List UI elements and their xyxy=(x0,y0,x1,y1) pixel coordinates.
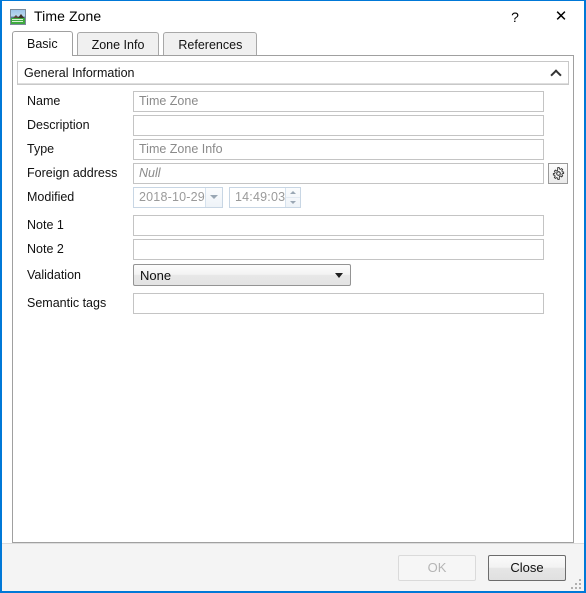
close-window-button[interactable]: ✕ xyxy=(538,1,584,32)
title-bar: Time Zone ? ✕ xyxy=(2,1,584,32)
validation-select[interactable]: None xyxy=(133,264,351,286)
chevron-down-icon xyxy=(209,195,218,199)
chevron-down-icon xyxy=(290,200,297,204)
row-note2: Note 2 xyxy=(17,237,569,261)
spinner-down-button[interactable] xyxy=(286,198,300,207)
close-icon: ✕ xyxy=(554,8,568,25)
group-header[interactable]: General Information xyxy=(18,62,568,84)
modified-time-spinner[interactable]: 14:49:03 xyxy=(229,186,301,208)
window-title: Time Zone xyxy=(34,8,102,24)
type-label: Type xyxy=(27,142,55,156)
help-icon: ? xyxy=(511,8,519,25)
gear-icon xyxy=(552,166,564,180)
tab-basic[interactable]: Basic xyxy=(12,31,73,56)
help-button[interactable]: ? xyxy=(492,1,538,32)
dialog-footer: OK Close xyxy=(2,543,584,591)
tab-content-panel: General Information Name Description Typ… xyxy=(12,55,574,543)
tab-strip: Basic Zone Info References xyxy=(12,31,584,56)
modified-time-spin-buttons[interactable] xyxy=(285,187,300,207)
chevron-up-icon[interactable] xyxy=(551,67,562,78)
semantic-tags-label: Semantic tags xyxy=(27,296,107,310)
resize-grip-icon[interactable] xyxy=(568,576,581,589)
foreign-address-label: Foreign address xyxy=(27,166,118,180)
row-foreign-address: Foreign address xyxy=(17,161,569,185)
type-input[interactable] xyxy=(133,138,544,160)
close-button[interactable]: Close xyxy=(488,554,566,581)
spinner-up-button[interactable] xyxy=(286,188,300,198)
modified-date-value: 2018-10-29 xyxy=(139,190,205,204)
row-name: Name xyxy=(17,89,569,113)
row-modified: Modified 2018-10-29 14:49:03 xyxy=(17,185,569,209)
note1-label: Note 1 xyxy=(27,218,64,232)
tab-zone-info-label: Zone Info xyxy=(91,37,145,52)
row-note1: Note 1 xyxy=(17,213,569,237)
ok-button[interactable]: OK xyxy=(398,554,476,581)
tab-references-label: References xyxy=(178,37,243,52)
row-validation: Validation None xyxy=(17,263,569,287)
chevron-down-icon xyxy=(335,272,343,278)
semantic-tags-input[interactable] xyxy=(133,292,544,314)
tab-references[interactable]: References xyxy=(163,32,258,56)
ok-button-label: OK xyxy=(427,560,447,575)
row-semantic-tags: Semantic tags xyxy=(17,291,569,315)
note2-label: Note 2 xyxy=(27,242,64,256)
modified-label: Modified xyxy=(27,190,75,204)
chevron-up-icon xyxy=(290,190,297,194)
tab-zone-info[interactable]: Zone Info xyxy=(76,32,160,56)
name-input[interactable] xyxy=(133,90,544,112)
modified-date-dropdown-button[interactable] xyxy=(204,187,222,207)
validation-label: Validation xyxy=(27,268,81,282)
row-type: Type xyxy=(17,137,569,161)
foreign-address-input[interactable] xyxy=(133,162,544,184)
image-thumbnail-icon xyxy=(10,8,26,25)
close-button-label: Close xyxy=(510,560,544,575)
dialog-window: Time Zone ? ✕ Basic Zone Info References… xyxy=(0,0,586,593)
description-input[interactable] xyxy=(133,114,544,136)
tab-basic-label: Basic xyxy=(27,37,58,51)
note1-input[interactable] xyxy=(133,214,544,236)
window-controls: ? ✕ xyxy=(492,1,584,32)
description-label: Description xyxy=(27,118,90,132)
foreign-address-settings-button[interactable] xyxy=(548,162,568,184)
note2-input[interactable] xyxy=(133,238,544,260)
modified-date-picker[interactable]: 2018-10-29 xyxy=(133,186,223,208)
row-description: Description xyxy=(17,113,569,137)
modified-time-value: 14:49:03 xyxy=(235,190,286,204)
group-title: General Information xyxy=(24,65,135,80)
general-information-group: General Information xyxy=(17,61,569,85)
general-information-form: Name Description Type Foreign address xyxy=(17,85,569,315)
validation-selected-value: None xyxy=(140,267,172,283)
name-label: Name xyxy=(27,94,61,108)
